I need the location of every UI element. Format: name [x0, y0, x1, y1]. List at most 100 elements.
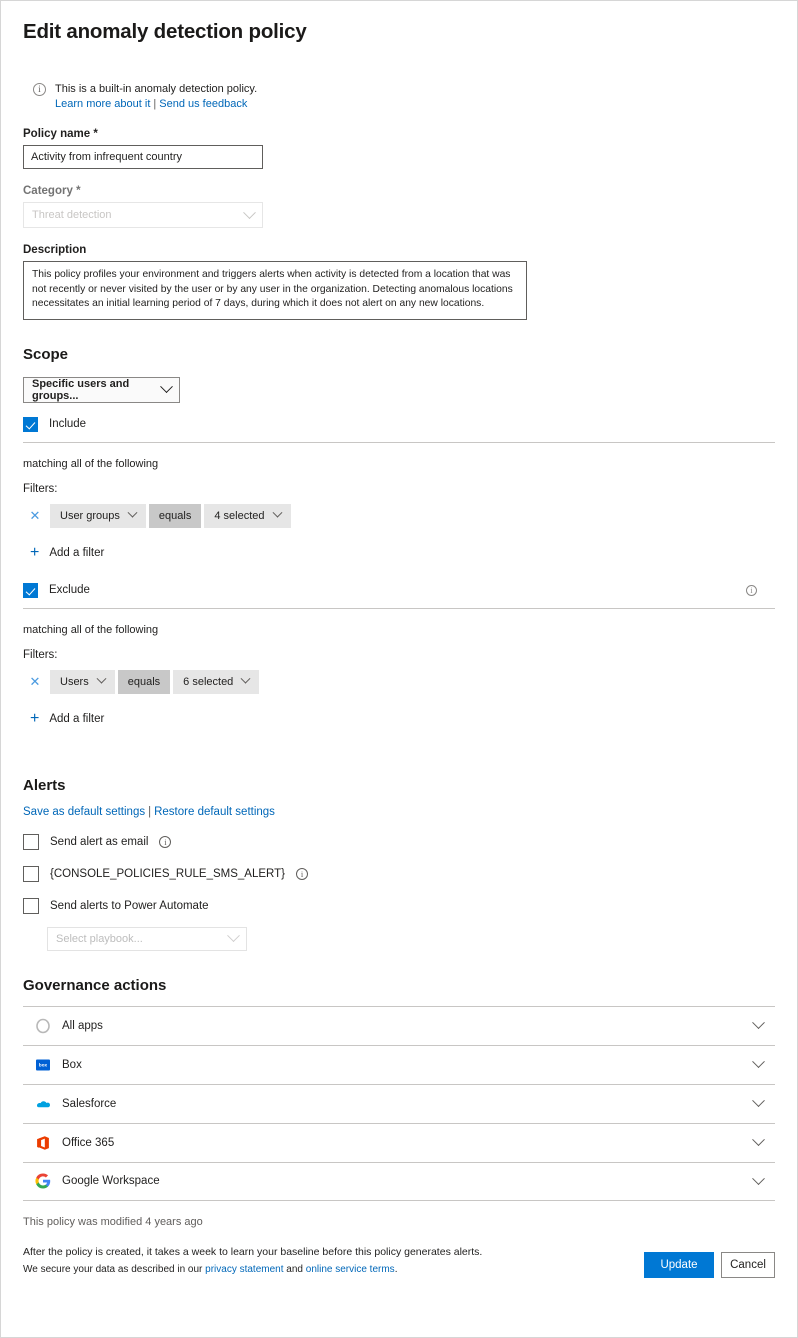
chevron-down-icon[interactable]	[752, 1094, 765, 1108]
include-checkbox[interactable]	[23, 416, 38, 432]
online-service-terms-link[interactable]: online service terms	[306, 1264, 395, 1275]
chevron-down-icon[interactable]	[752, 1171, 765, 1185]
include-filter-operator[interactable]: equals	[148, 503, 202, 528]
policy-name-label: Policy name *	[23, 128, 775, 140]
google-workspace-icon	[35, 1173, 51, 1189]
description-label: Description	[23, 244, 87, 256]
exclude-checkbox-row[interactable]: Exclude i	[23, 582, 775, 598]
restore-default-settings-link[interactable]: Restore default settings	[154, 806, 275, 818]
playbook-select[interactable]: Select playbook...	[47, 926, 247, 951]
scope-selector[interactable]: Specific users and groups...	[23, 376, 180, 403]
governance-row-office365[interactable]: Office 365	[23, 1122, 775, 1162]
sms-alert-info-icon[interactable]: i	[296, 867, 309, 880]
exclude-add-filter-button[interactable]: + Add a filter	[30, 709, 775, 727]
remove-filter-icon[interactable]: ✕	[23, 674, 47, 690]
governance-row-box[interactable]: box Box	[23, 1044, 775, 1084]
exclude-filter-field[interactable]: Users	[50, 669, 115, 694]
category-required: *	[76, 185, 81, 197]
footer-note-line1: After the policy is created, it takes a …	[23, 1245, 483, 1258]
include-filter-value-text: 4 selected	[214, 509, 265, 522]
sms-alert-checkbox[interactable]	[23, 865, 39, 882]
save-default-settings-link[interactable]: Save as default settings	[23, 806, 145, 818]
exclude-filter-operator-value: equals	[127, 675, 161, 688]
exclude-filter-operator[interactable]: equals	[117, 669, 171, 694]
chevron-down-icon[interactable]	[752, 1133, 765, 1147]
info-circle-icon: i	[33, 83, 46, 96]
governance-row-salesforce[interactable]: Salesforce	[23, 1083, 775, 1123]
chevron-down-icon[interactable]	[752, 1055, 765, 1069]
include-matching-text: matching all of the following	[23, 457, 159, 470]
exclude-info-icon[interactable]: i	[746, 584, 757, 596]
exclude-filter-row: ✕ Users equals 6 selected	[23, 669, 775, 694]
exclude-label: Exclude	[49, 584, 90, 596]
chevron-down-icon	[243, 205, 256, 219]
governance-list: All apps box Box Salesforce Office 365 G…	[23, 1005, 775, 1201]
include-filters-label: Filters:	[23, 482, 58, 495]
category-label-text: Category	[23, 185, 73, 197]
include-filter-operator-value: equals	[158, 509, 192, 522]
plus-icon: +	[30, 543, 40, 561]
footer-note-suffix: .	[394, 1263, 398, 1275]
box-icon: box	[35, 1057, 51, 1073]
exclude-filter-value-text: 6 selected	[183, 675, 234, 688]
privacy-statement-link[interactable]: privacy statement	[205, 1264, 283, 1275]
include-checkbox-row[interactable]: Include	[23, 416, 775, 432]
exclude-add-filter-label: Add a filter	[49, 712, 105, 725]
category-label: Category *	[23, 185, 775, 197]
include-filter-row: ✕ User groups equals 4 selected	[23, 503, 775, 528]
exclude-filter-value[interactable]: 6 selected	[173, 669, 260, 694]
alerts-links: Save as default settings | Restore default…	[23, 806, 775, 818]
salesforce-icon	[35, 1096, 51, 1112]
chevron-down-icon	[227, 929, 240, 943]
governance-heading: Governance actions	[23, 976, 167, 994]
include-add-filter-button[interactable]: + Add a filter	[30, 543, 775, 561]
chevron-down-icon[interactable]	[752, 1016, 765, 1030]
policy-name-input[interactable]: Activity from infrequent country	[23, 145, 263, 169]
category-value: Threat detection	[32, 209, 112, 221]
cancel-button[interactable]: Cancel	[721, 1251, 775, 1278]
power-automate-row[interactable]: Send alerts to Power Automate	[23, 897, 775, 914]
policy-name-required: *	[93, 128, 98, 140]
info-banner-text: This is a built-in anomaly detection pol…	[55, 82, 257, 112]
send-alert-email-checkbox[interactable]	[23, 833, 39, 850]
include-label: Include	[49, 418, 87, 430]
governance-row-label: Office 365	[62, 1136, 115, 1149]
remove-filter-icon[interactable]: ✕	[23, 508, 47, 524]
footer-note: After the policy is created, it takes a …	[23, 1244, 482, 1278]
info-banner: i This is a built-in anomaly detection p…	[33, 82, 775, 112]
governance-row-all-apps[interactable]: All apps	[23, 1005, 775, 1045]
description-textarea[interactable]: This policy profiles your environment an…	[23, 261, 527, 320]
exclude-filter-field-value: Users	[60, 675, 89, 688]
sms-alert-row[interactable]: {CONSOLE_POLICIES_RULE_SMS_ALERT} i	[23, 865, 775, 882]
send-alert-email-label: Send alert as email	[50, 835, 149, 848]
scope-heading: Scope	[23, 345, 69, 363]
policy-name-label-text: Policy name	[23, 128, 91, 140]
chevron-down-icon	[127, 507, 138, 518]
svg-text:box: box	[39, 1062, 48, 1067]
include-divider	[23, 441, 775, 443]
chevron-down-icon	[160, 380, 173, 394]
include-filter-field-value: User groups	[60, 509, 120, 522]
send-feedback-link[interactable]: Send us feedback	[159, 98, 247, 110]
learn-more-link[interactable]: Learn more about it	[55, 98, 150, 110]
all-apps-icon	[35, 1018, 51, 1034]
policy-name-value: Activity from infrequent country	[31, 151, 183, 163]
governance-row-label: Google Workspace	[62, 1175, 160, 1187]
footer-note-prefix: We secure your data as described in our	[23, 1263, 206, 1275]
info-banner-message: This is a built-in anomaly detection pol…	[55, 83, 258, 95]
modified-text: This policy was modified 4 years ago	[23, 1215, 203, 1228]
plus-icon: +	[30, 709, 40, 727]
governance-row-label: Salesforce	[62, 1097, 117, 1110]
include-filter-field[interactable]: User groups	[50, 503, 146, 528]
update-button[interactable]: Update	[644, 1251, 714, 1278]
exclude-checkbox[interactable]	[23, 582, 38, 598]
include-add-filter-label: Add a filter	[49, 546, 105, 559]
include-filter-value[interactable]: 4 selected	[204, 503, 291, 528]
send-alert-email-info-icon[interactable]: i	[159, 835, 172, 848]
footer: After the policy is created, it takes a …	[23, 1244, 775, 1278]
governance-row-google-workspace[interactable]: Google Workspace	[23, 1161, 775, 1201]
power-automate-checkbox[interactable]	[23, 897, 39, 914]
exclude-filters-label: Filters:	[23, 648, 58, 661]
exclude-matching-text: matching all of the following	[23, 623, 159, 636]
send-alert-email-row[interactable]: Send alert as email i	[23, 833, 775, 850]
